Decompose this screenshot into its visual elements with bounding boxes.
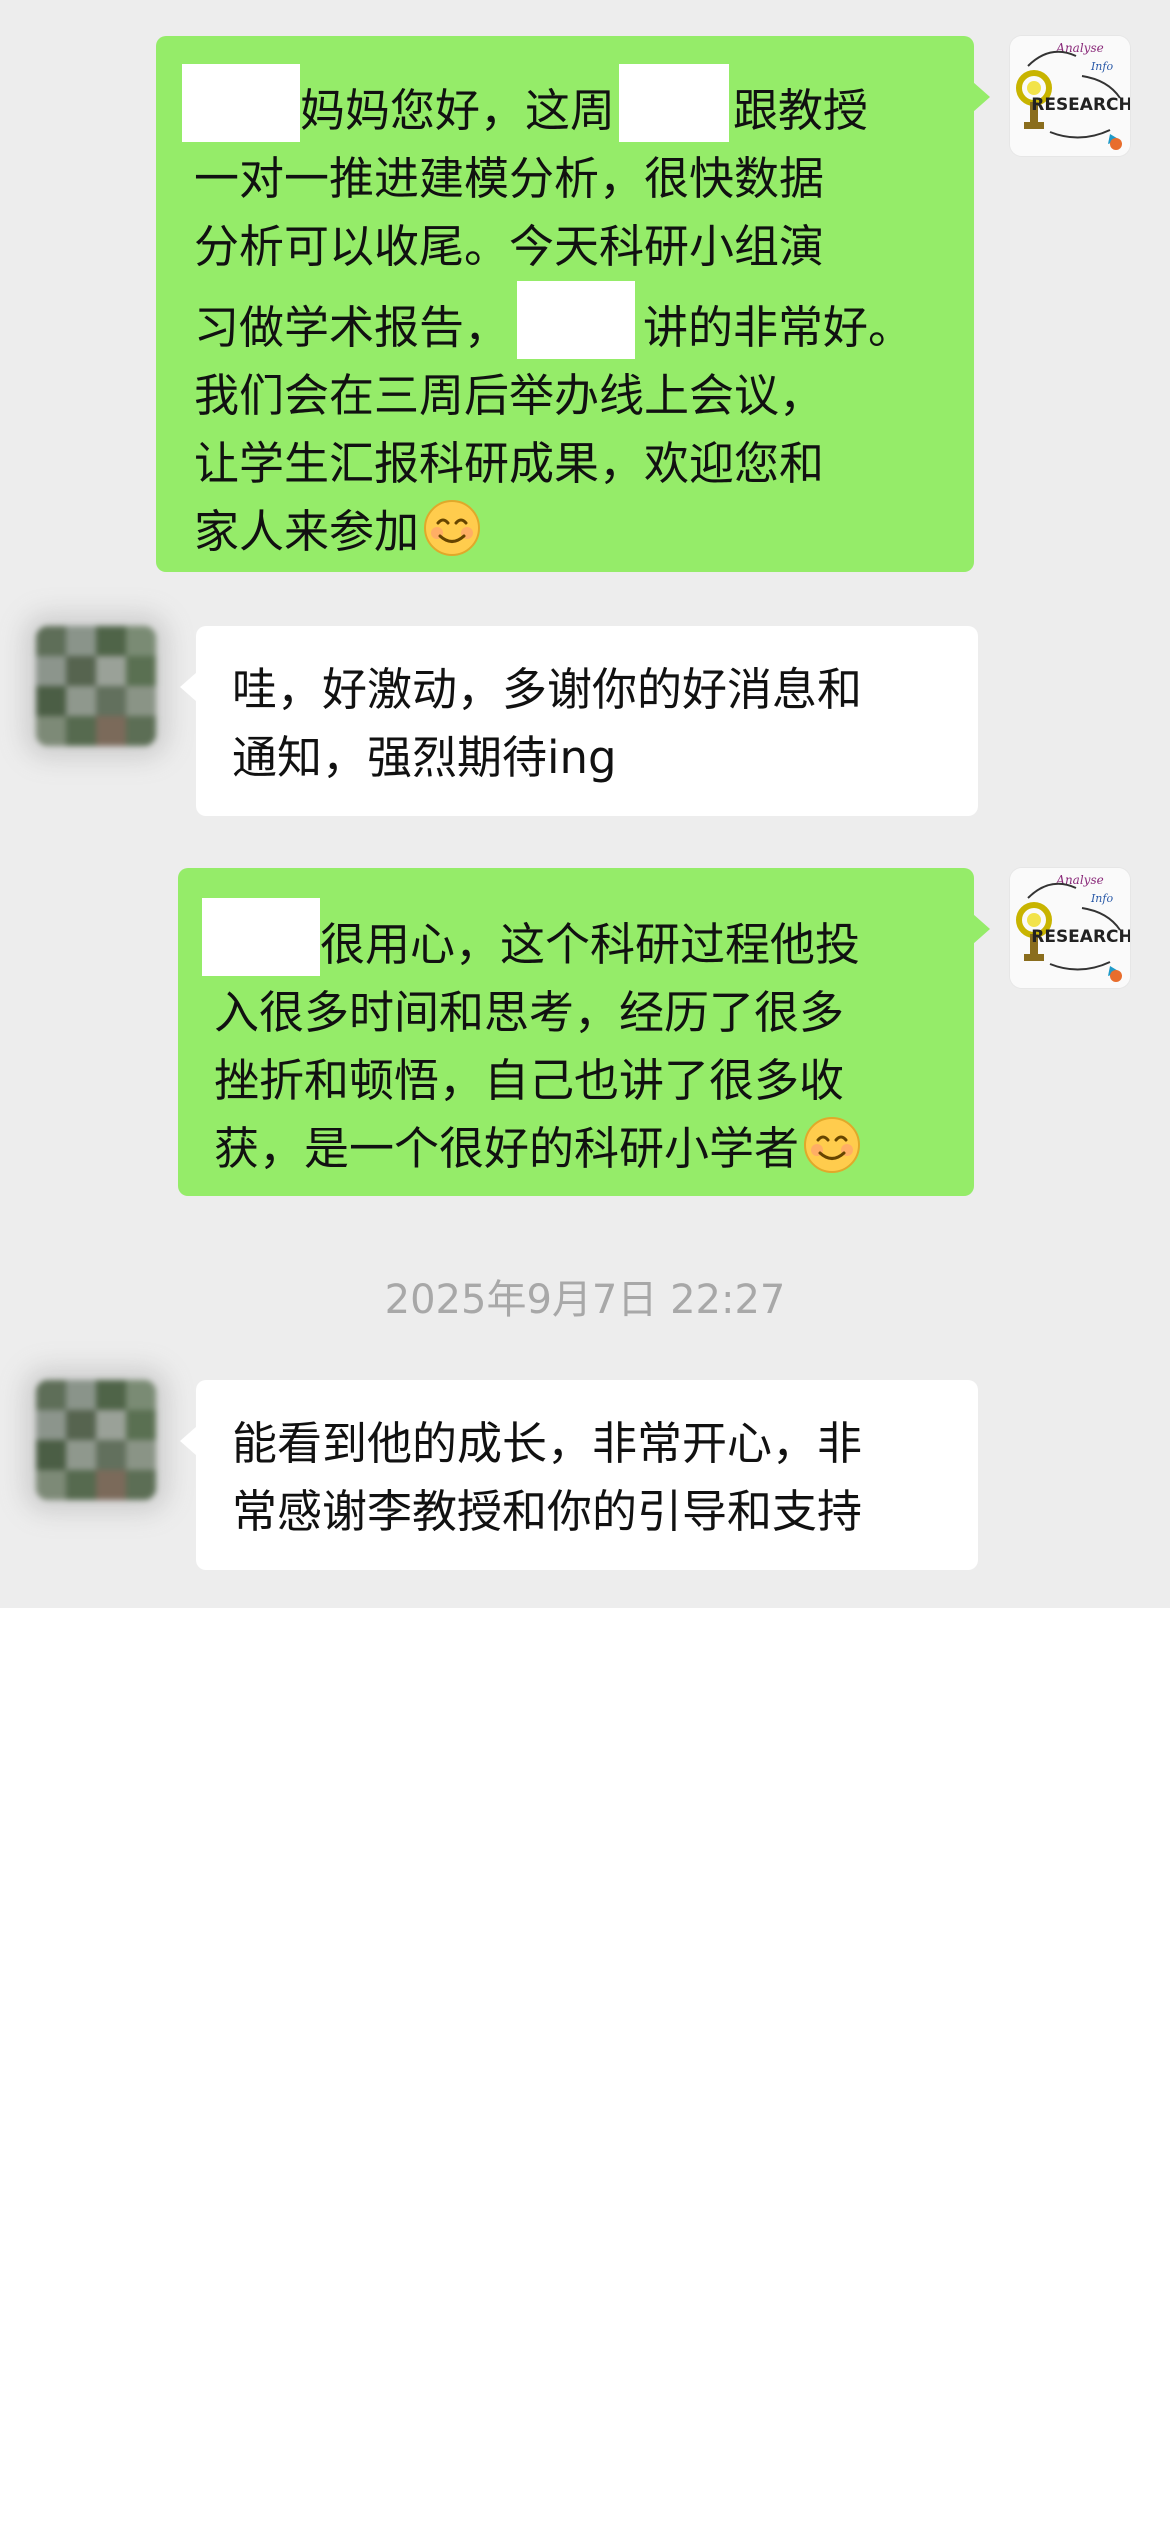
message-line: 妈妈您好，这周 跟教授 — [182, 64, 938, 145]
message-line: 一对一推进建模分析，很快数据 — [194, 152, 825, 205]
message-timestamp: 2025年9月7日 22:27 — [384, 1277, 786, 1323]
research-avatar[interactable]: Analyse Info RESEARCH — [1010, 868, 1130, 988]
message-bubble-4[interactable]: 能看到他的成长，非常开心，非 常感谢李教授和你的引导和支持 — [180, 1380, 978, 1570]
message-line: 常感谢李教授和你的引导和支持 — [232, 1485, 863, 1538]
research-word: RESEARCH — [1031, 927, 1130, 947]
message-bubble-1[interactable]: 妈妈您好，这周 跟教授 一对一推进建模分析，很快数据 分析可以收尾。今天科研小组演… — [156, 36, 990, 572]
redacted-name — [517, 281, 636, 359]
research-tag-info: Info — [1090, 892, 1114, 905]
message-line: 哇，好激动，多谢你的好消息和 — [232, 663, 863, 716]
message-line: 获，是一个很好的科研小学者 — [214, 1115, 944, 1183]
message-line: 分析可以收尾。今天科研小组演 — [194, 220, 825, 273]
message-line: 习做学术报告， 讲的非常好。 — [194, 281, 938, 362]
smiling-face-emoji — [423, 499, 481, 557]
message-line: 家人来参加 — [194, 498, 938, 566]
message-line: 挫折和顿悟，自己也讲了很多收 — [214, 1054, 845, 1107]
smiling-face-emoji — [803, 1116, 861, 1174]
message-line: 通知，强烈期待ing — [232, 731, 617, 784]
research-word: RESEARCH — [1031, 95, 1130, 115]
blurred-avatar[interactable] — [36, 1380, 156, 1500]
message-line: 很用心，这个科研过程他投 — [202, 898, 944, 979]
message-bubble-2[interactable]: 哇，好激动，多谢你的好消息和 通知，强烈期待ing — [180, 626, 978, 816]
redacted-name — [182, 64, 300, 142]
redacted-name — [202, 898, 320, 976]
message-line: 我们会在三周后举办线上会议， — [194, 369, 825, 422]
redacted-name — [619, 64, 730, 142]
research-avatar[interactable]: Analyse Info RESEARCH — [1010, 36, 1130, 156]
message-line: 能看到他的成长，非常开心，非 — [232, 1417, 863, 1470]
message-line: 让学生汇报科研成果，欢迎您和 — [194, 437, 825, 490]
message-bubble-3[interactable]: 很用心，这个科研过程他投 入很多时间和思考，经历了很多 挫折和顿悟，自己也讲了很… — [178, 868, 990, 1196]
research-tag-info: Info — [1090, 60, 1114, 73]
message-line: 入很多时间和思考，经历了很多 — [214, 986, 845, 1039]
chat-area[interactable]: Analyse Info RESEARCH 妈妈您好，这周 跟教授 一对一推进建模… — [0, 0, 1170, 1608]
blurred-avatar[interactable] — [36, 626, 156, 746]
